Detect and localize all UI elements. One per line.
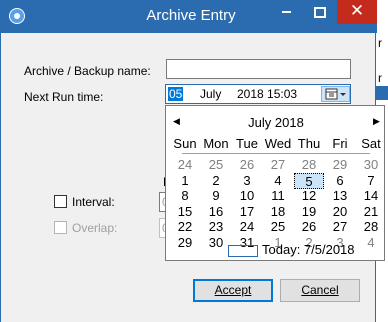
calendar-day[interactable]: 22 xyxy=(170,219,200,235)
archive-name-input[interactable] xyxy=(166,59,351,79)
datetime-day-segment[interactable]: 05 xyxy=(168,87,184,101)
calendar-day[interactable]: 2 xyxy=(201,173,231,189)
weekday-header: Sat xyxy=(361,136,381,151)
calendar-day[interactable]: 5 xyxy=(294,172,324,189)
calendar-day[interactable]: 26 xyxy=(294,219,324,235)
calendar-day[interactable]: 28 xyxy=(356,219,386,235)
calendar-day[interactable]: 11 xyxy=(263,188,293,204)
calendar-day[interactable]: 30 xyxy=(201,235,231,251)
next-run-label: Next Run time: xyxy=(24,90,104,104)
close-button[interactable]: ✕ xyxy=(337,0,377,24)
cancel-button[interactable]: Cancel xyxy=(280,279,360,302)
calendar-separator xyxy=(182,153,370,154)
weekday-header: Wed xyxy=(264,136,292,151)
calendar-day[interactable]: 9 xyxy=(201,188,231,204)
calendar-day[interactable]: 29 xyxy=(325,157,355,173)
minimize-button[interactable] xyxy=(269,0,303,24)
calendar-day[interactable]: 25 xyxy=(201,157,231,173)
calendar-day[interactable]: 25 xyxy=(263,219,293,235)
minimize-icon xyxy=(281,11,291,14)
next-run-datetime-picker[interactable]: 05 July 2018 15:03 xyxy=(165,84,351,104)
calendar-day[interactable]: 7 xyxy=(356,173,386,189)
datetime-month-segment[interactable]: July xyxy=(200,87,221,101)
overlap-checkbox[interactable] xyxy=(54,221,67,234)
close-icon: ✕ xyxy=(349,1,365,20)
weekday-header: Thu xyxy=(297,136,321,151)
today-marker-icon xyxy=(228,245,258,257)
calendar-day[interactable]: 6 xyxy=(325,173,355,189)
datetime-year-time-segment[interactable]: 2018 15:03 xyxy=(237,87,297,101)
calendar-day[interactable]: 10 xyxy=(232,188,262,204)
maximize-icon xyxy=(314,6,326,18)
weekday-header: Fri xyxy=(332,136,348,151)
calendar-day[interactable]: 27 xyxy=(263,157,293,173)
calendar-day[interactable]: 17 xyxy=(232,204,262,220)
calendar-day[interactable]: 4 xyxy=(356,235,386,251)
calendar-month-title[interactable]: July 2018 xyxy=(196,115,356,130)
interval-checkbox[interactable] xyxy=(54,195,67,208)
next-month-icon[interactable]: ▶ xyxy=(373,116,380,127)
maximize-button[interactable] xyxy=(303,0,337,24)
calendar-day[interactable]: 24 xyxy=(170,157,200,173)
calendar-day[interactable]: 23 xyxy=(201,219,231,235)
calendar-day[interactable]: 8 xyxy=(170,188,200,204)
background-text-1: r xyxy=(378,36,382,50)
calendar-day[interactable]: 30 xyxy=(356,157,386,173)
calendar-day[interactable]: 1 xyxy=(170,173,200,189)
weekday-header: Tue xyxy=(236,136,258,151)
weekday-header: Sun xyxy=(173,136,197,151)
calendar-day[interactable]: 20 xyxy=(325,204,355,220)
accept-button[interactable]: Accept xyxy=(193,279,273,302)
calendar-day[interactable]: 15 xyxy=(170,204,200,220)
calendar-day[interactable]: 4 xyxy=(263,173,293,189)
calendar-dropdown-button[interactable] xyxy=(321,86,350,102)
calendar-day[interactable]: 27 xyxy=(325,219,355,235)
calendar-day[interactable]: 16 xyxy=(201,204,231,220)
calendar-day[interactable]: 24 xyxy=(232,219,262,235)
calendar-day[interactable]: 28 xyxy=(294,157,324,173)
interval-label: Interval: xyxy=(72,195,115,209)
overlap-label: Overlap: xyxy=(72,221,118,235)
weekday-header: Mon xyxy=(203,136,229,151)
calendar-day[interactable]: 18 xyxy=(263,204,293,220)
calendar-icon xyxy=(325,88,346,100)
title-bar: Archive Entry ✕ xyxy=(1,0,377,33)
calendar-day[interactable]: 14 xyxy=(356,188,386,204)
calendar-popup: ◀ July 2018 ▶ Sun Mon Tue Wed Thu Fri Sat 24 25… xyxy=(165,105,385,261)
calendar-day[interactable]: 21 xyxy=(356,204,386,220)
calendar-day[interactable]: 13 xyxy=(325,188,355,204)
previous-month-icon[interactable]: ◀ xyxy=(173,116,180,127)
calendar-day[interactable]: 29 xyxy=(170,235,200,251)
app-icon xyxy=(9,8,25,24)
calendar-day[interactable]: 26 xyxy=(232,157,262,173)
calendar-day[interactable]: 3 xyxy=(232,173,262,189)
calendar-day[interactable]: 19 xyxy=(294,204,324,220)
archive-name-label: Archive / Backup name: xyxy=(24,64,151,78)
calendar-day[interactable]: 12 xyxy=(294,188,324,204)
today-link[interactable]: Today: 7/5/2018 xyxy=(262,242,355,257)
